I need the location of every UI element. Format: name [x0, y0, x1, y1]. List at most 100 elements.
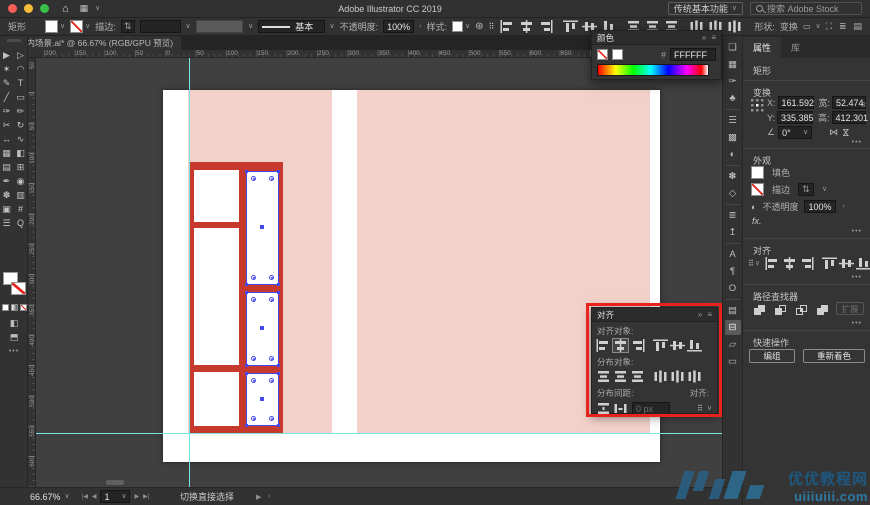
tab-properties[interactable]: 属性 [743, 37, 781, 58]
screen-mode-toolbar-icon[interactable]: ⬒ [0, 332, 28, 343]
width-tool[interactable]: ∿ [14, 132, 28, 146]
rotation-dropdown[interactable]: 0° ∨ [778, 126, 812, 139]
rotate-tool[interactable]: ↻ [14, 118, 28, 132]
anchor-point[interactable] [269, 275, 274, 280]
anchor-point[interactable] [269, 356, 274, 361]
scissors-tool[interactable]: ✂ [0, 118, 14, 132]
asset-export-panel-icon[interactable]: ↥ [725, 225, 741, 240]
anchor-point[interactable] [245, 291, 248, 294]
horizontal-align-right-button[interactable] [798, 256, 815, 271]
paintbrush-tool[interactable]: ✑ [0, 104, 14, 118]
stroke-weight-stepper[interactable]: ⇅ [121, 20, 135, 33]
horizontal-align-center-button[interactable] [612, 338, 629, 353]
appearance-stroke-swatch[interactable] [751, 183, 764, 196]
panel-menu-icon[interactable]: ≡ [707, 310, 712, 319]
transform-panel-icon[interactable]: ▭ [725, 354, 741, 369]
chevron-down-icon[interactable]: ∨ [65, 493, 70, 500]
selected-pane[interactable] [246, 292, 279, 366]
horizontal-align-center-button[interactable] [781, 256, 798, 271]
horizontal-align-center-button[interactable] [518, 19, 535, 34]
anchor-point[interactable] [269, 378, 274, 383]
preferences-grid-icon[interactable]: ⠿ [489, 22, 495, 31]
pencil-tool[interactable]: ✏ [14, 104, 28, 118]
chevron-down-icon[interactable]: ∨ [60, 23, 65, 30]
transform-icon[interactable]: ▭ [803, 22, 811, 31]
fx-effects-button[interactable]: fx. [752, 216, 762, 226]
pathfinder-intersect-button[interactable] [793, 302, 810, 317]
anchor-point[interactable] [269, 297, 274, 302]
opacity-icon[interactable]: ◐ [751, 202, 756, 212]
horizontal-align-right-button[interactable] [537, 19, 554, 34]
horizontal-distribute-space-button[interactable] [612, 401, 629, 416]
artboard-number-input[interactable]: 1 ∨ [100, 490, 130, 503]
selected-pane[interactable] [246, 171, 279, 285]
more-options-icon[interactable]: ••• [852, 320, 862, 327]
paragraph-panel-icon[interactable]: ¶ [725, 264, 741, 279]
brushes-panel-icon[interactable]: ✑ [725, 74, 741, 89]
screen-mode-icon[interactable]: ⛶ [826, 21, 832, 32]
artboards-panel-icon[interactable]: ▦ [725, 57, 741, 72]
anchor-point[interactable] [245, 283, 248, 286]
swatches-panel-icon[interactable]: ❏ [725, 40, 741, 55]
collapse-panel-icon[interactable]: » [698, 310, 702, 319]
anchor-point[interactable] [245, 364, 248, 367]
anchor-point[interactable] [251, 378, 256, 383]
current-color-swatch[interactable] [612, 49, 623, 60]
hex-input[interactable]: FFFFFF [670, 48, 716, 61]
next-artboard-icon[interactable]: ▶ [134, 493, 139, 500]
chevron-down-icon[interactable]: ∨ [755, 260, 760, 267]
column-graph-tool[interactable]: ▥ [14, 188, 28, 202]
opentype-panel-icon[interactable]: O [725, 281, 741, 296]
height-input[interactable]: 412.301 [832, 111, 866, 124]
status-expand-icon[interactable]: ▶ [256, 493, 261, 501]
vertical-align-bottom-button[interactable] [855, 256, 870, 271]
pathfinder-unite-button[interactable] [751, 302, 768, 317]
chevron-down-icon[interactable]: ∨ [822, 186, 827, 193]
anchor-point[interactable] [260, 326, 264, 330]
vertical-align-top-button[interactable] [821, 256, 838, 271]
graphic-style-swatch[interactable] [452, 21, 463, 32]
y-input[interactable]: 335.385 [777, 111, 813, 124]
arrange-documents-icon[interactable]: ▦ [80, 3, 89, 14]
zoom-level[interactable]: 66.67% [30, 492, 61, 502]
horizontal-align-left-button[interactable] [764, 256, 781, 271]
pathfinder-panel-icon[interactable]: ▱ [725, 337, 741, 352]
character-panel-icon[interactable]: A [725, 247, 741, 262]
chevron-right-icon[interactable]: › [842, 203, 844, 210]
document-setup-icon[interactable]: ⊛ [475, 21, 483, 32]
anchor-point[interactable] [277, 364, 280, 367]
gradient-button[interactable] [11, 304, 18, 311]
maximize-window-button[interactable] [40, 4, 49, 13]
artboard-tool[interactable]: ▣ [0, 202, 14, 216]
recolor-button[interactable]: 重新着色 [803, 349, 865, 363]
scale-tool[interactable]: ↔ [0, 132, 14, 146]
collapse-panel-icon[interactable]: » [702, 33, 706, 42]
vertical-align-center-button[interactable] [838, 256, 855, 271]
tab-library[interactable]: 库 [781, 37, 810, 58]
anchor-point[interactable] [251, 297, 256, 302]
distribute-vertical-bottom-button[interactable] [629, 369, 646, 384]
lasso-tool[interactable]: ◠ [14, 62, 28, 76]
anchor-point[interactable] [245, 372, 248, 375]
variable-width-profile-dropdown[interactable] [196, 20, 243, 33]
stroke-swatch[interactable] [11, 282, 26, 295]
brush-definition-dropdown[interactable]: 基本 [258, 20, 324, 33]
line-segment-tool[interactable]: ╱ [0, 90, 14, 104]
status-collapse-icon[interactable]: ‹ [268, 493, 270, 500]
workspace-switcher[interactable]: 传统基本功能 ∨ [668, 2, 743, 15]
transparency-panel-icon[interactable]: ◐ [725, 147, 741, 162]
chevron-down-icon[interactable]: ∨ [248, 23, 253, 30]
appearance-fill-swatch[interactable] [751, 166, 764, 179]
anchor-point[interactable] [251, 356, 256, 361]
hand-tool[interactable]: ☰ [0, 216, 14, 230]
appearance-panel-icon[interactable]: ✽ [725, 169, 741, 184]
symbol-sprayer-tool[interactable]: ✽ [0, 188, 14, 202]
canvas[interactable] [36, 58, 722, 487]
anchor-point[interactable] [251, 416, 256, 421]
spacing-value-input[interactable]: 0 px [632, 402, 670, 415]
more-options-icon[interactable]: ••• [852, 139, 862, 146]
distribute-horizontal-right-button[interactable] [726, 19, 743, 34]
distribute-horizontal-center-button[interactable] [669, 369, 686, 384]
vertical-align-center-button[interactable] [669, 338, 686, 353]
symbols-panel-icon[interactable]: ♣ [725, 91, 741, 106]
